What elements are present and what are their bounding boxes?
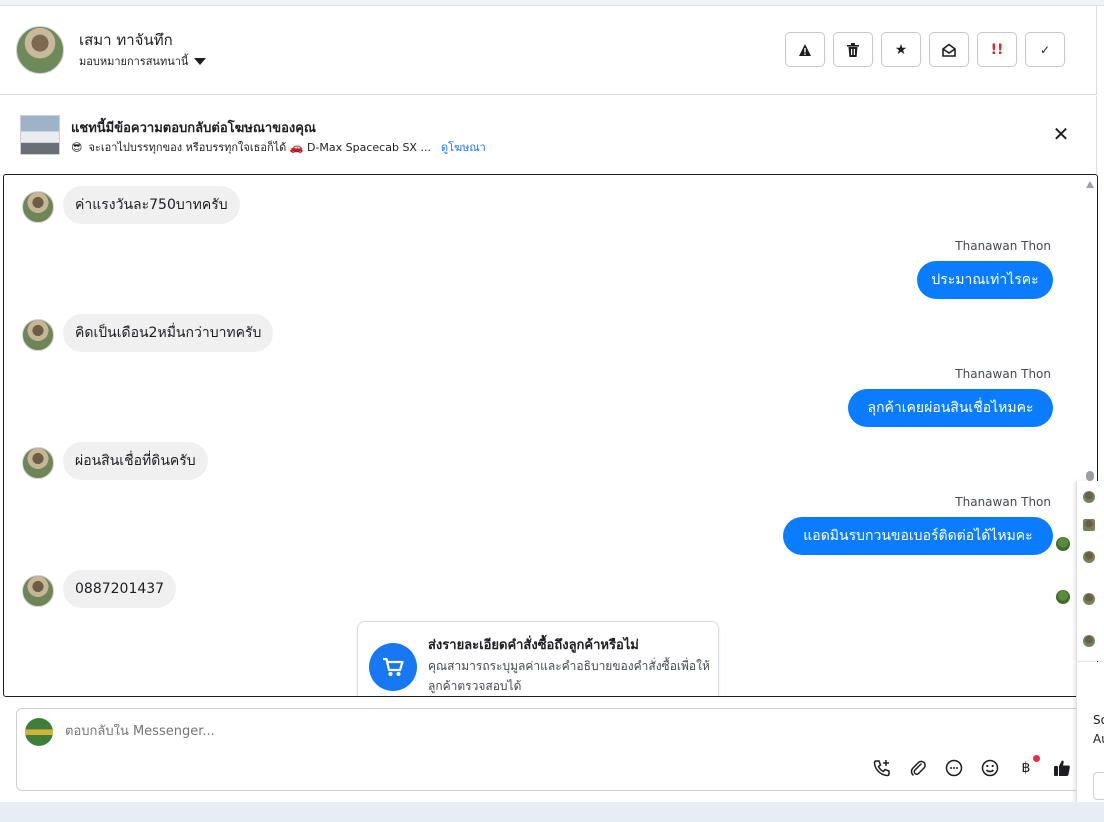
close-icon: ✕ (1052, 122, 1070, 146)
star-icon: ★ (894, 41, 908, 58)
order-suggestion-card[interactable]: ส่งรายละเอียดคำสั่งซื้อถึงลูกค้าหรือไม่ … (357, 621, 719, 696)
sender-name: Thanawan Thon (955, 495, 1051, 509)
sunglasses-emoji-icon: 😎 (71, 140, 83, 154)
incoming-message[interactable]: ค่าแรงวันละ750บาทครับ (63, 186, 240, 224)
mark-done-button[interactable]: ✓ (1025, 32, 1065, 67)
chat-bubble-icon (945, 759, 963, 777)
ad-reply-banner: แชทนี้มีข้อความตอบกลับต่อโฆษณาของคุณ 😎 จ… (0, 96, 1097, 174)
attach-button[interactable] (907, 757, 929, 779)
side-panel-text: So (1093, 713, 1104, 727)
list-avatar[interactable] (1083, 491, 1095, 503)
contact-avatar-small[interactable] (22, 575, 54, 607)
ad-caption: จะเอาไปบรรทุกของ หรือบรรทุกใจเธอก็ได้ 🚗 … (88, 141, 431, 154)
baht-icon: ฿ (1021, 760, 1031, 776)
list-avatar[interactable] (1083, 635, 1095, 647)
like-button[interactable] (1051, 757, 1073, 779)
contact-name[interactable]: เสมา ทาจันทึก (79, 28, 173, 52)
side-info-panel: So Au (1076, 662, 1104, 817)
side-panel-text: Au (1093, 732, 1104, 746)
mark-unread-button[interactable] (929, 32, 969, 67)
incoming-message[interactable]: ผ่อนสินเชื่อที่ดินครับ (63, 442, 208, 480)
sender-name: Thanawan Thon (955, 367, 1051, 381)
outgoing-message[interactable]: ประมาณเท่าไรคะ (917, 261, 1053, 299)
saved-replies-button[interactable] (943, 757, 965, 779)
ad-thumbnail (20, 115, 60, 155)
reply-input[interactable] (65, 724, 765, 739)
trash-icon (847, 42, 859, 57)
sender-name: Thanawan Thon (955, 239, 1051, 253)
notification-dot (1033, 755, 1040, 762)
spam-button[interactable] (785, 32, 825, 67)
envelope-open-icon (942, 43, 956, 57)
ad-banner-subtitle: 😎 จะเอาไปบรรทุกของ หรือบรรทุกใจเธอก็ได้ … (71, 138, 486, 156)
caret-down-icon (194, 57, 207, 65)
assign-label: มอบหมายการสนทนานี้ (79, 55, 189, 68)
smiley-icon (981, 759, 999, 777)
seen-avatar-icon (1056, 590, 1070, 604)
view-ad-link[interactable]: ดูโฆษณา (441, 138, 486, 156)
ad-banner-title: แชทนี้มีข้อความตอบกลับต่อโฆษณาของคุณ (71, 121, 316, 136)
incoming-message[interactable]: 0887201437 (63, 570, 177, 608)
scrollbar-thumb[interactable] (1086, 471, 1094, 481)
conversation-header: เสมา ทาจันทึก มอบหมายการสนทนานี้ ★ !! ✓ (0, 6, 1097, 95)
outgoing-message[interactable]: แอดมินรบกวนขอเบอร์ติดต่อได้ไหมคะ (783, 517, 1053, 555)
outgoing-message[interactable]: ลุกค้าเคยผ่อนสินเชื่อไหมคะ (848, 389, 1053, 427)
contact-avatar-small[interactable] (22, 191, 54, 223)
thumbs-up-icon (1054, 760, 1070, 776)
reply-composer: ฿ (16, 708, 1082, 791)
double-exclamation-icon: !! (990, 41, 1004, 58)
phone-plus-icon (873, 760, 890, 777)
side-panel-button[interactable] (1093, 772, 1104, 800)
emoji-button[interactable] (979, 757, 1001, 779)
scroll-up-arrow-icon[interactable] (1086, 181, 1094, 188)
bottom-bar (0, 802, 1104, 822)
seen-avatar-icon (1056, 537, 1070, 551)
incoming-message[interactable]: คิดเป็นเดือน2หมื่นกว่าบาทครับ (63, 314, 274, 352)
messenger-inbox: เสมา ทาจันทึก มอบหมายการสนทนานี้ ★ !! ✓ … (0, 0, 1104, 822)
paperclip-icon (910, 760, 926, 776)
order-card-description: คุณสามารถระบุมูลค่าและคำอธิบายของคำสั่งซ… (428, 659, 710, 693)
page-avatar (25, 718, 53, 746)
check-icon: ✓ (1039, 42, 1051, 57)
follow-up-button[interactable]: !! (977, 32, 1017, 67)
list-avatar[interactable] (1083, 551, 1095, 563)
contact-avatar[interactable] (16, 26, 64, 74)
contact-avatar-small[interactable] (22, 319, 54, 351)
shopping-cart-icon (383, 657, 404, 676)
list-avatar[interactable] (1083, 519, 1095, 531)
contact-avatar-small[interactable] (22, 447, 54, 479)
close-banner-button[interactable]: ✕ (1050, 123, 1072, 145)
side-conversation-list (1076, 481, 1104, 661)
assign-conversation-dropdown[interactable]: มอบหมายการสนทนานี้ (79, 52, 207, 70)
cart-button[interactable] (369, 643, 417, 691)
message-thread[interactable]: ค่าแรงวันละ750บาทครับ Thanawan Thon ประม… (3, 174, 1098, 697)
list-avatar[interactable] (1083, 593, 1095, 605)
call-button[interactable] (871, 757, 893, 779)
warning-icon (799, 43, 811, 56)
order-card-title: ส่งรายละเอียดคำสั่งซื้อถึงลูกค้าหรือไม่ (428, 638, 639, 653)
delete-button[interactable] (833, 32, 873, 67)
star-button[interactable]: ★ (881, 32, 921, 67)
